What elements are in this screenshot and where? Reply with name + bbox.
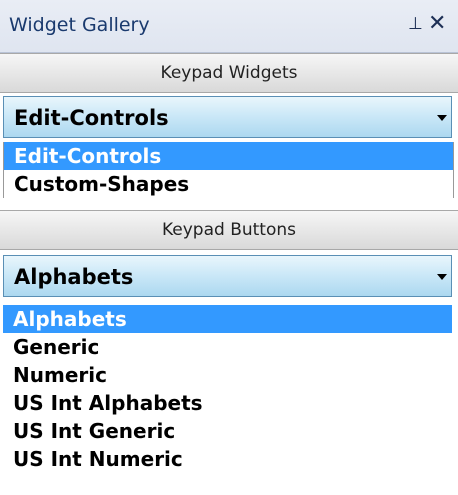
keypad-buttons-header[interactable]: Keypad Buttons: [0, 210, 458, 250]
keypad-widgets-list: Edit-Controls Custom-Shapes: [3, 142, 454, 198]
list-item-generic[interactable]: Generic: [3, 333, 452, 361]
list-item-us-int-numeric[interactable]: US Int Numeric: [3, 445, 452, 473]
list-item-numeric[interactable]: Numeric: [3, 361, 452, 389]
pin-icon[interactable]: ⊥: [408, 14, 423, 34]
list-item-custom-shapes[interactable]: Custom-Shapes: [4, 170, 453, 198]
widget-gallery-panel: Widget Gallery ⊥ ✕ Keypad Widgets Edit-C…: [0, 0, 458, 495]
keypad-buttons-list: Alphabets Generic Numeric US Int Alphabe…: [3, 305, 452, 473]
chevron-down-icon[interactable]: [437, 274, 447, 280]
list-item-us-int-generic[interactable]: US Int Generic: [3, 417, 452, 445]
close-icon[interactable]: ✕: [428, 11, 446, 36]
keypad-widgets-header[interactable]: Keypad Widgets: [0, 53, 458, 93]
panel-title: Widget Gallery: [9, 14, 150, 36]
keypad-widgets-selected: Edit-Controls: [14, 106, 169, 130]
keypad-buttons-combo[interactable]: Alphabets: [3, 255, 452, 297]
list-item-alphabets[interactable]: Alphabets: [3, 305, 452, 333]
list-item-edit-controls[interactable]: Edit-Controls: [4, 142, 453, 170]
keypad-widgets-combo[interactable]: Edit-Controls: [3, 96, 452, 138]
keypad-buttons-selected: Alphabets: [14, 265, 134, 289]
list-item-us-int-alphabets[interactable]: US Int Alphabets: [3, 389, 452, 417]
panel-titlebar: Widget Gallery ⊥ ✕: [0, 0, 458, 53]
chevron-down-icon[interactable]: [437, 115, 447, 121]
